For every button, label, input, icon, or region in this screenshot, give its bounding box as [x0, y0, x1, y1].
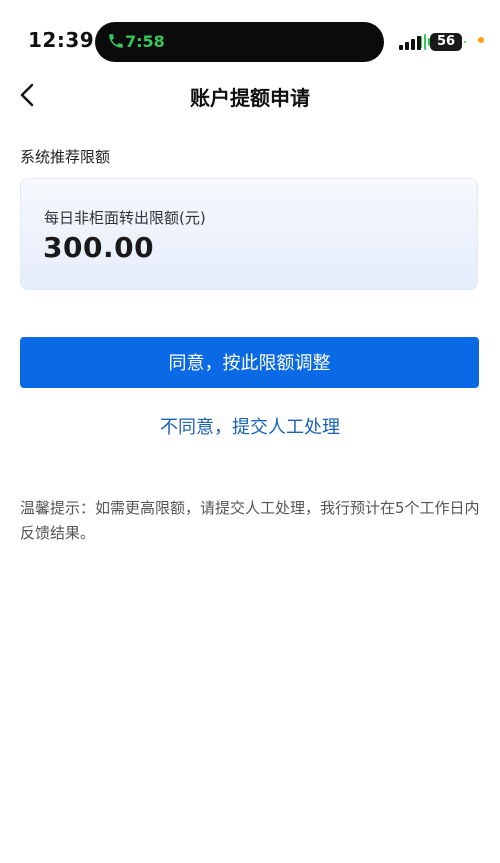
disagree-link[interactable]: 不同意，提交人工处理 [0, 413, 500, 439]
limit-value: 300.00 [43, 231, 155, 264]
nav-bar: 账户提额申请 [0, 70, 500, 120]
call-duration: 7:58 [125, 32, 165, 51]
signal-bars-icon [399, 36, 421, 50]
limit-label: 每日非柜面转出限额(元) [44, 209, 206, 227]
privacy-indicator-dot [478, 37, 484, 43]
section-label: 系统推荐限额 [20, 148, 111, 166]
tip-text: 温馨提示：如需更高限额，请提交人工处理，我行预计在5个工作日内反馈结果。 [20, 499, 480, 542]
status-bar: 12:39 7:58 56 [0, 0, 500, 80]
recommended-limit-card: 每日非柜面转出限额(元) 300.00 [20, 178, 478, 290]
battery-indicator: 56 [430, 33, 462, 51]
dynamic-island-call[interactable]: 7:58 [95, 22, 466, 62]
status-time: 12:39 [28, 28, 95, 52]
page-title: 账户提额申请 [190, 86, 310, 110]
agree-button[interactable]: 同意，按此限额调整 [20, 337, 479, 388]
phone-icon [109, 34, 123, 48]
